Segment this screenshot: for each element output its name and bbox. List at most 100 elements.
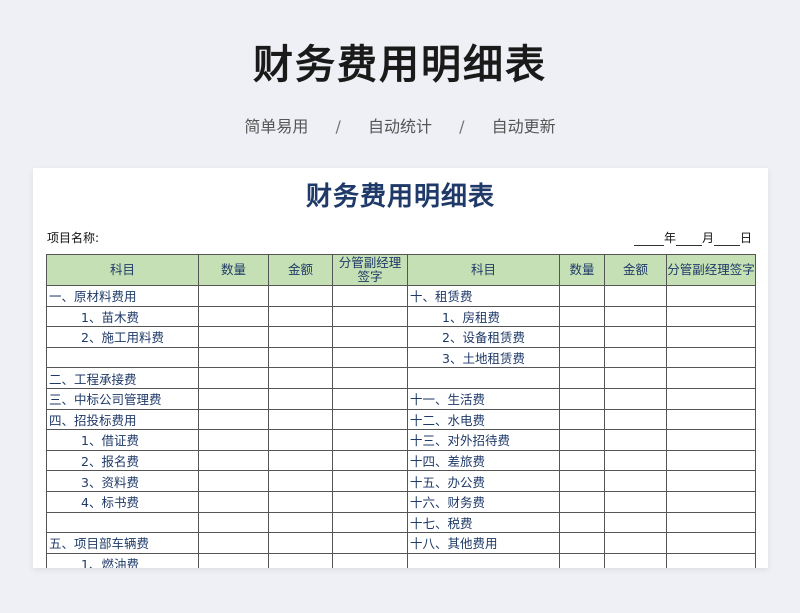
right-subject-cell[interactable]: 十八、其他费用: [407, 532, 560, 554]
quantity-cell[interactable]: [559, 470, 605, 492]
left-subject-cell[interactable]: 3、资料费: [46, 470, 199, 492]
left-subject-cell[interactable]: 四、招投标费用: [46, 408, 199, 431]
quantity-cell[interactable]: [198, 326, 269, 348]
signature-cell[interactable]: [666, 285, 756, 307]
amount-cell[interactable]: [268, 470, 333, 492]
signature-cell[interactable]: [332, 470, 408, 492]
signature-cell[interactable]: [666, 346, 756, 369]
signature-cell[interactable]: [332, 326, 408, 348]
left-subject-cell[interactable]: 1、苗木费: [46, 305, 199, 328]
quantity-cell[interactable]: [559, 346, 605, 369]
quantity-cell[interactable]: [198, 511, 269, 534]
right-subject-cell[interactable]: 十六、财务费: [407, 490, 560, 513]
right-subject-cell[interactable]: 十、租赁费: [407, 285, 560, 307]
right-subject-cell[interactable]: [407, 552, 560, 568]
right-subject-cell[interactable]: [407, 367, 560, 389]
left-subject-cell[interactable]: 二、工程承接费: [46, 367, 199, 389]
quantity-cell[interactable]: [559, 532, 605, 554]
amount-cell[interactable]: [604, 429, 667, 451]
signature-cell[interactable]: [666, 511, 756, 534]
quantity-cell[interactable]: [198, 552, 269, 568]
amount-cell[interactable]: [604, 387, 667, 410]
signature-cell[interactable]: [332, 429, 408, 451]
right-subject-cell[interactable]: 3、土地租赁费: [407, 346, 560, 369]
left-subject-cell[interactable]: 1、借证费: [46, 429, 199, 451]
quantity-cell[interactable]: [559, 305, 605, 328]
quantity-cell[interactable]: [198, 387, 269, 410]
amount-cell[interactable]: [268, 429, 333, 451]
amount-cell[interactable]: [268, 305, 333, 328]
quantity-cell[interactable]: [559, 408, 605, 431]
quantity-cell[interactable]: [559, 490, 605, 513]
signature-cell[interactable]: [332, 367, 408, 389]
quantity-cell[interactable]: [198, 346, 269, 369]
quantity-cell[interactable]: [198, 367, 269, 389]
amount-cell[interactable]: [604, 552, 667, 568]
signature-cell[interactable]: [666, 449, 756, 472]
left-subject-cell[interactable]: 4、标书费: [46, 490, 199, 513]
signature-cell[interactable]: [666, 326, 756, 348]
quantity-cell[interactable]: [559, 552, 605, 568]
signature-cell[interactable]: [332, 346, 408, 369]
amount-cell[interactable]: [604, 367, 667, 389]
year-blank[interactable]: [633, 233, 664, 246]
right-subject-cell[interactable]: 十五、办公费: [407, 470, 560, 492]
signature-cell[interactable]: [666, 408, 756, 431]
quantity-cell[interactable]: [198, 285, 269, 307]
amount-cell[interactable]: [268, 449, 333, 472]
signature-cell[interactable]: [332, 511, 408, 534]
quantity-cell[interactable]: [198, 429, 269, 451]
amount-cell[interactable]: [604, 532, 667, 554]
signature-cell[interactable]: [332, 552, 408, 568]
amount-cell[interactable]: [268, 532, 333, 554]
amount-cell[interactable]: [604, 449, 667, 472]
signature-cell[interactable]: [666, 305, 756, 328]
signature-cell[interactable]: [332, 449, 408, 472]
day-blank[interactable]: [713, 233, 740, 246]
signature-cell[interactable]: [332, 490, 408, 513]
quantity-cell[interactable]: [559, 326, 605, 348]
amount-cell[interactable]: [604, 470, 667, 492]
amount-cell[interactable]: [268, 367, 333, 389]
signature-cell[interactable]: [332, 285, 408, 307]
amount-cell[interactable]: [604, 285, 667, 307]
amount-cell[interactable]: [268, 490, 333, 513]
amount-cell[interactable]: [268, 552, 333, 568]
left-subject-cell[interactable]: 1、燃油费: [46, 552, 199, 568]
quantity-cell[interactable]: [198, 490, 269, 513]
amount-cell[interactable]: [268, 387, 333, 410]
signature-cell[interactable]: [666, 552, 756, 568]
amount-cell[interactable]: [604, 511, 667, 534]
right-subject-cell[interactable]: 1、房租费: [407, 305, 560, 328]
amount-cell[interactable]: [268, 408, 333, 431]
amount-cell[interactable]: [268, 326, 333, 348]
signature-cell[interactable]: [332, 387, 408, 410]
signature-cell[interactable]: [666, 532, 756, 554]
quantity-cell[interactable]: [198, 470, 269, 492]
amount-cell[interactable]: [604, 408, 667, 431]
right-subject-cell[interactable]: 十一、生活费: [407, 387, 560, 410]
signature-cell[interactable]: [666, 429, 756, 451]
amount-cell[interactable]: [268, 511, 333, 534]
right-subject-cell[interactable]: 十二、水电费: [407, 408, 560, 431]
right-subject-cell[interactable]: 2、设备租赁费: [407, 326, 560, 348]
signature-cell[interactable]: [666, 490, 756, 513]
signature-cell[interactable]: [666, 470, 756, 492]
left-subject-cell[interactable]: 一、原材料费用: [46, 285, 199, 307]
signature-cell[interactable]: [666, 387, 756, 410]
right-subject-cell[interactable]: 十三、对外招待费: [407, 429, 560, 451]
right-subject-cell[interactable]: 十四、差旅费: [407, 449, 560, 472]
month-blank[interactable]: [675, 233, 702, 246]
right-subject-cell[interactable]: 十七、税费: [407, 511, 560, 534]
quantity-cell[interactable]: [198, 305, 269, 328]
signature-cell[interactable]: [332, 408, 408, 431]
quantity-cell[interactable]: [559, 367, 605, 389]
amount-cell[interactable]: [604, 346, 667, 369]
left-subject-cell[interactable]: 三、中标公司管理费: [46, 387, 199, 410]
quantity-cell[interactable]: [559, 511, 605, 534]
signature-cell[interactable]: [666, 367, 756, 389]
left-subject-cell[interactable]: [46, 511, 199, 534]
quantity-cell[interactable]: [559, 449, 605, 472]
quantity-cell[interactable]: [198, 449, 269, 472]
amount-cell[interactable]: [268, 285, 333, 307]
